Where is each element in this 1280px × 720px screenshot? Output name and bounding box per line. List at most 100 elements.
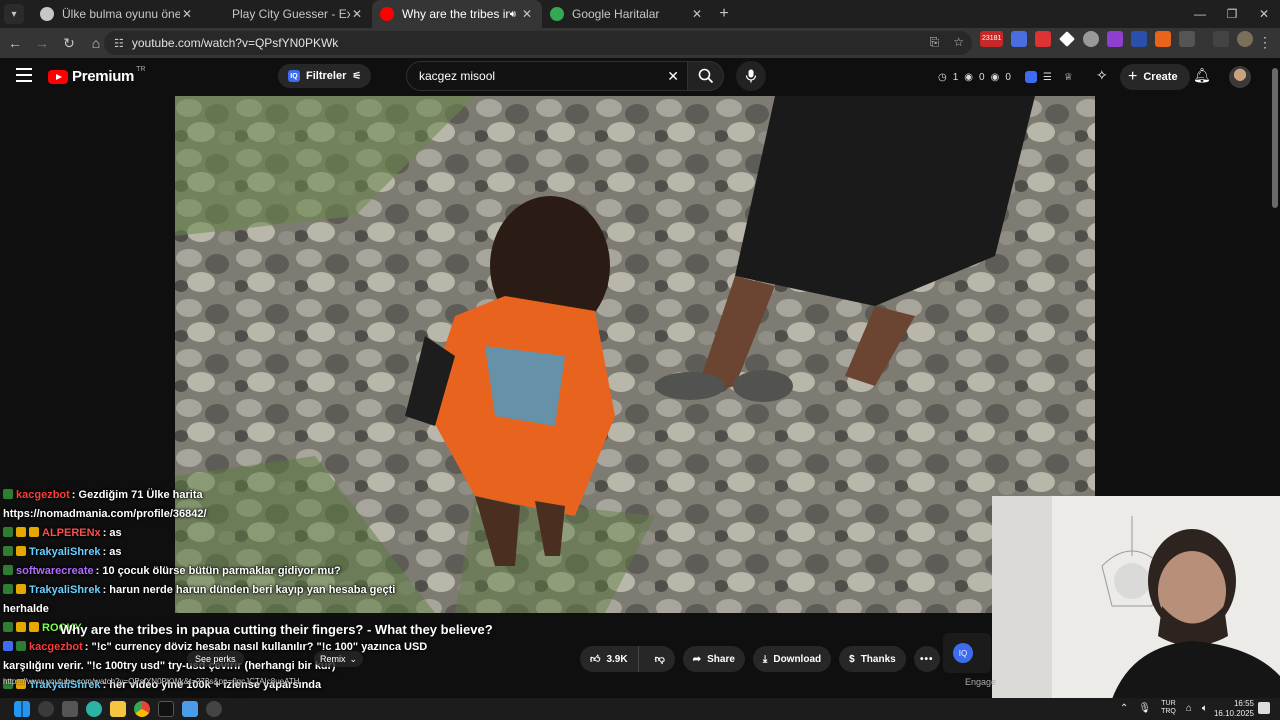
chat-text-continued: https://nomadmania.com/profile/36842/ [3,508,207,520]
eye-icon: ◉ [964,71,974,83]
more-actions-button[interactable]: ••• [913,646,940,672]
tab-search-icon[interactable]: ▾ [4,4,24,24]
account-avatar[interactable] [1229,66,1251,88]
tab-close-icon[interactable]: ✕ [350,7,364,21]
chat-username[interactable]: kacgezbot [16,489,70,501]
microphone-tray-icon[interactable]: 🎙︎ [1138,703,1151,714]
plus-icon: + [1128,68,1138,85]
obs-icon[interactable] [206,701,222,717]
filters-button[interactable]: IQ Filtreler ⚟ [278,64,372,88]
thanks-label: Thanks [860,653,896,665]
extension-red-icon[interactable] [1035,31,1052,47]
extensions-puzzle-icon[interactable] [1179,31,1196,47]
extension-purple-icon[interactable] [1107,31,1124,47]
site-info-icon[interactable]: ☷ [114,37,124,50]
lang-line1: TUR [1161,700,1176,707]
browser-tab[interactable]: Why are the tribes in papua🔊︎ ✕ [372,0,542,28]
reload-icon[interactable]: ↻ [57,31,81,55]
extension-wave-icon[interactable] [1131,31,1148,47]
see-perks-button[interactable]: See perks [187,651,244,667]
edge-icon[interactable] [86,701,102,717]
browser-tab[interactable]: Google Haritalar ✕ [542,0,712,28]
voice-search-button[interactable] [736,61,766,91]
logo-country: TR [136,66,146,73]
notification-icon[interactable] [1258,702,1270,714]
network-icon[interactable]: ⌂ [1186,703,1192,714]
stat-a: 1 [952,71,959,83]
menu-hamburger-icon[interactable] [16,68,32,82]
share-button[interactable]: ➦ Share [682,646,745,672]
dislike-button[interactable]: 👎︎ [645,646,675,672]
chat-username[interactable]: softwarecreate [16,565,94,577]
browser-tab[interactable]: Ülke bulma oyunu önerileri✕ [32,0,202,28]
tab-audio-icon[interactable]: 🔊︎ [510,9,516,20]
header-stats: ◷ 1 ◉ 0 ◉ 0 ☰ ♕ [938,67,1073,87]
chat-username[interactable]: TrakyaliShrek [29,546,101,558]
profile-icon[interactable] [1237,31,1254,47]
remix-button[interactable]: Remix ⌄ [314,651,364,667]
tab-close-icon[interactable]: ✕ [690,7,704,21]
search-button[interactable] [688,61,724,91]
microphone-icon [745,69,757,83]
tab-close-icon[interactable]: ✕ [520,7,534,21]
tab-title: Google Haritalar [572,7,660,21]
thanks-button[interactable]: $ Thanks [839,646,906,672]
maximize-icon[interactable]: ❐ [1216,0,1248,28]
window-controls: — ❐ ✕ [1184,0,1280,28]
chrome-icon[interactable] [134,701,150,717]
reading-list-icon[interactable] [1213,31,1230,47]
extension-diamond-icon[interactable] [1059,31,1076,47]
search-input[interactable]: kacgez misool ✕ [406,61,688,91]
side-panel-chip[interactable]: IQ [943,633,991,673]
iq-icon[interactable] [1024,71,1037,83]
notifications-bell-icon[interactable]: 🔔︎ [1193,67,1211,84]
chat-username[interactable]: ALPERENx [42,527,101,539]
tiktok-icon[interactable] [158,701,174,717]
bookmark-star-icon[interactable]: ☆ [953,35,964,50]
chat-badge-icon [29,622,39,632]
scrollbar-thumb[interactable] [1272,68,1278,208]
chat-badge-icon [3,489,13,499]
taskbar-search-icon[interactable] [38,701,54,717]
extension-orange-icon[interactable] [1155,31,1172,47]
tab-favicon-icon [380,7,394,21]
chat-text: : "!c" currency döviz hesabı nasıl kulla… [84,641,428,653]
chat-text: : harun nerde harun dünden beri kayıp ya… [102,584,396,596]
lang-line2: TRQ [1161,708,1176,715]
chat-message: ALPERENx: as [3,524,473,543]
new-tab-button[interactable]: + [712,5,736,23]
extension-badge-icon[interactable]: 23181 [980,31,1004,47]
download-button[interactable]: ⤓ Download [752,646,832,672]
tray-chevron-icon[interactable]: ⌃ [1120,703,1128,714]
create-button[interactable]: + Create [1120,64,1190,90]
clear-search-icon[interactable]: ✕ [667,68,679,85]
close-window-icon[interactable]: ✕ [1248,0,1280,28]
browser-tab[interactable]: Play City Guesser - Explore the✕ [202,0,372,28]
youtube-logo[interactable]: Premium TR [48,66,146,85]
extension-translate-icon[interactable] [1011,31,1028,47]
address-bar[interactable]: ☷ youtube.com/watch?v=QPsfYN0PKWk ⎘ ☆ [104,31,972,55]
page-scrollbar[interactable] [1271,58,1279,498]
like-button[interactable]: 👍︎ 3.9K [580,646,639,672]
windows-start-icon[interactable] [14,701,30,717]
task-view-icon[interactable] [62,701,78,717]
forward-icon[interactable]: → [30,31,54,55]
chat-bubble-icon[interactable]: ✧ [1096,67,1108,84]
app-icon[interactable] [182,701,198,717]
language-indicator[interactable]: TUR TRQ [1161,700,1176,716]
trophy-icon[interactable]: ♕ [1064,72,1073,83]
back-icon[interactable]: ← [3,31,27,55]
install-app-icon[interactable]: ⎘ [930,35,940,50]
webcam-overlay [992,496,1280,699]
list-icon[interactable]: ☰ [1043,72,1052,83]
minimize-icon[interactable]: — [1184,0,1216,28]
tab-close-icon[interactable]: ✕ [180,7,194,21]
extension-grey-icon[interactable] [1083,31,1100,47]
video-actions: 👍︎ 3.9K 👎︎ ➦ Share ⤓ Download $ Thanks •… [580,646,940,672]
chat-username[interactable]: TrakyaliShrek [29,584,101,596]
browser-menu-icon[interactable]: ⋮ [1258,34,1272,51]
chat-username[interactable]: kacgezbot [29,641,83,653]
file-explorer-icon[interactable] [110,701,126,717]
chat-text-continued: herhalde [3,603,49,615]
taskbar-clock[interactable]: 16:55 16.10.2025 [1206,699,1254,719]
